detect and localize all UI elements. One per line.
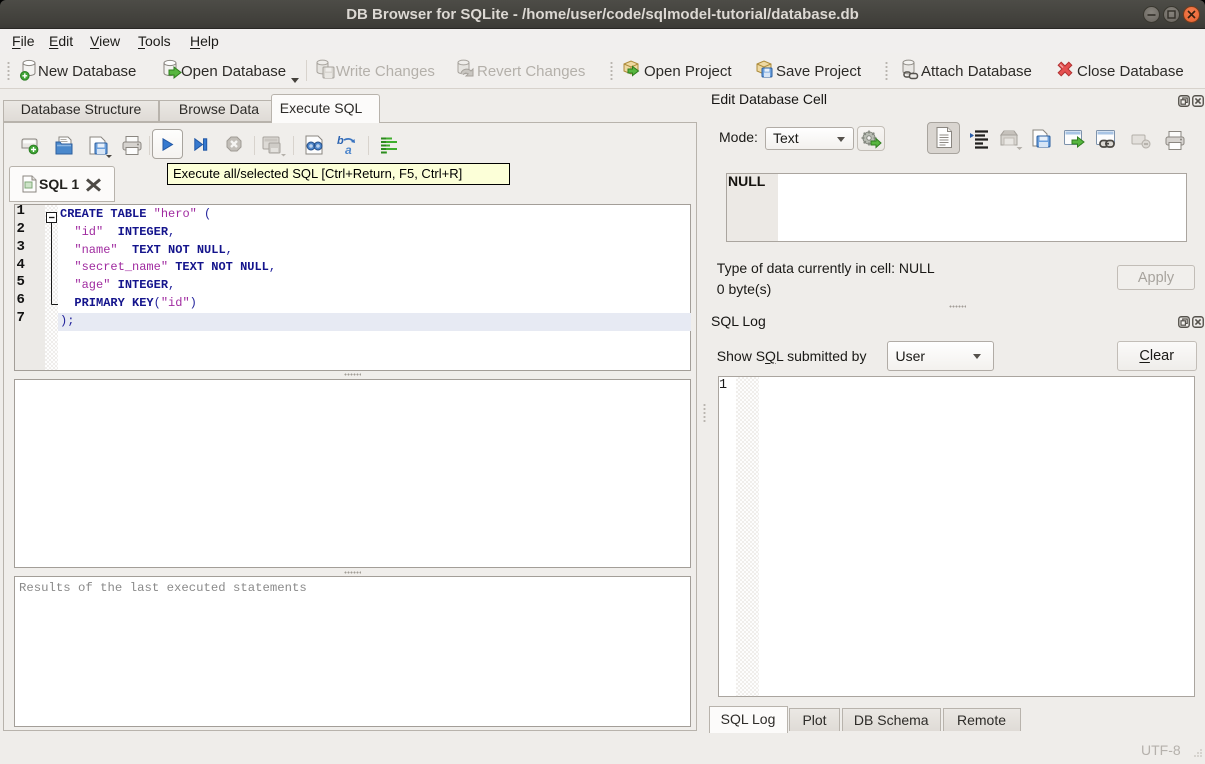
- svg-text:b: b: [337, 135, 344, 147]
- svg-text:a: a: [345, 143, 352, 157]
